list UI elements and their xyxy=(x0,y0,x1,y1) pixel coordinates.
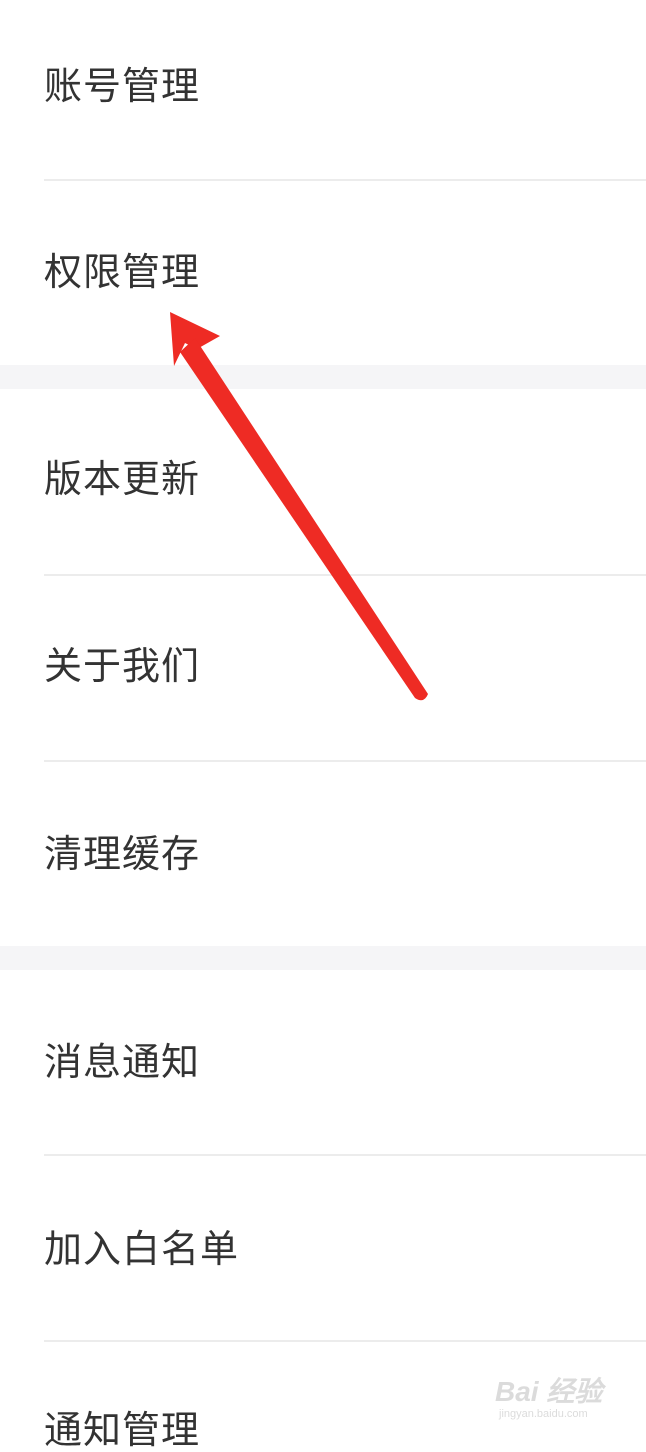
settings-item-label: 通知管理 xyxy=(44,1408,201,1452)
settings-item-version-update[interactable]: 版本更新 xyxy=(0,389,646,574)
watermark-main-text: Bai 经验 xyxy=(495,1376,603,1407)
settings-item-permissions[interactable]: 权限管理 xyxy=(0,181,646,365)
settings-item-label: 加入白名单 xyxy=(44,1227,240,1271)
section-separator xyxy=(0,365,646,389)
settings-item-label: 权限管理 xyxy=(44,250,201,294)
settings-item-label: 版本更新 xyxy=(44,457,201,501)
settings-item-label: 清理缓存 xyxy=(44,832,201,876)
settings-item-label: 消息通知 xyxy=(44,1040,201,1084)
settings-item-clear-cache[interactable]: 清理缓存 xyxy=(0,762,646,946)
settings-item-message-notifications[interactable]: 消息通知 xyxy=(0,970,646,1154)
settings-item-about-us[interactable]: 关于我们 xyxy=(0,576,646,760)
baidu-jingyan-watermark: Bai 经验 jingyan.baidu.com xyxy=(495,1370,615,1426)
watermark-sub-text: jingyan.baidu.com xyxy=(499,1408,588,1420)
settings-item-join-whitelist[interactable]: 加入白名单 xyxy=(0,1156,646,1340)
settings-item-account[interactable]: 账号管理 xyxy=(0,0,646,180)
settings-item-label: 关于我们 xyxy=(44,644,201,688)
settings-item-label: 账号管理 xyxy=(44,64,201,108)
section-separator xyxy=(0,946,646,970)
